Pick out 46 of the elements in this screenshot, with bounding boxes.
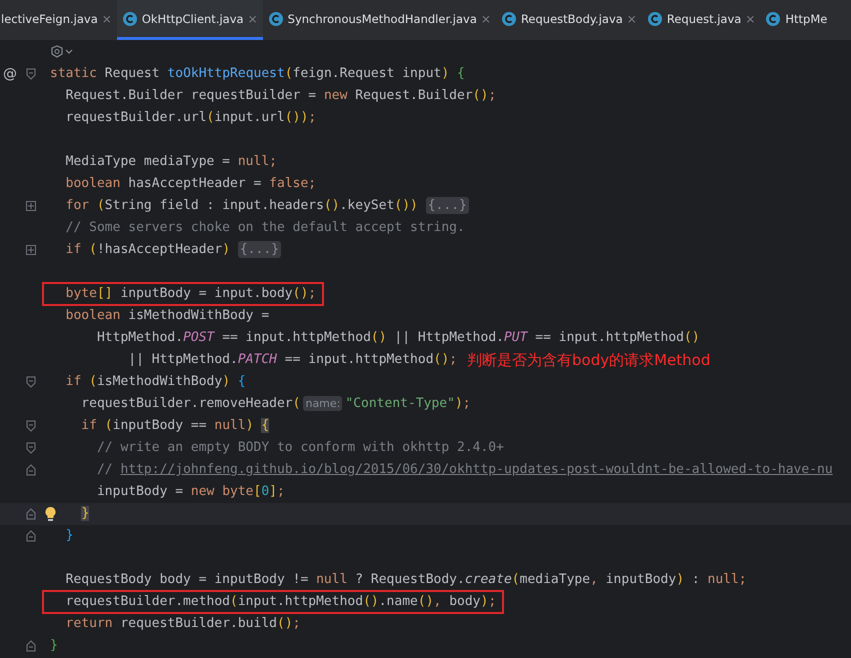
file-tab[interactable]: HttpMe — [760, 0, 832, 40]
code-vision-icon[interactable] — [50, 45, 74, 59]
fold-icon[interactable] — [26, 640, 36, 652]
class-icon — [268, 10, 284, 26]
class-icon — [646, 10, 663, 26]
fold-icon[interactable] — [26, 530, 36, 542]
code-line: inputBody = new byte[0]; — [96, 483, 285, 501]
code-line: static Request toOkHttpRequest(feign.Request input) { — [50, 65, 465, 83]
code-line: // Some servers choke on the default accept string. — [64, 219, 465, 237]
file-tab[interactable]: OkHttpClient.java × — [116, 0, 263, 40]
file-tab[interactable]: SynchronousMethodHandler.java × — [262, 0, 496, 40]
code-line: for (String field : input.headers().keySet()) {...} — [64, 197, 469, 215]
fold-icon[interactable] — [26, 376, 36, 388]
code-line: // write an empty BODY to conform with okhttp 2.4.0+ — [96, 439, 504, 457]
class-icon — [500, 10, 517, 26]
code-line: requestBuilder.url(input.url()); — [64, 109, 316, 127]
code-line: if (isMethodWithBody) { — [64, 373, 246, 391]
code-line: } — [64, 527, 74, 545]
fold-icon[interactable] — [26, 508, 36, 520]
code-line: if (inputBody == null) { — [80, 417, 270, 435]
file-tab[interactable]: RequestBody.java × — [496, 0, 642, 40]
code-line: HttpMethod.POST == input.httpMethod() || HttpMethod.PUT == input.httpMethod() — [96, 329, 700, 347]
override-marker: @ — [3, 66, 17, 82]
lightbulb-icon[interactable] — [44, 506, 57, 522]
class-icon — [765, 10, 782, 26]
code-line: boolean isMethodWithBody = — [64, 307, 270, 325]
code-line: if (!hasAcceptHeader) {...} — [64, 241, 281, 259]
code-line: return requestBuilder.build(); — [64, 615, 300, 633]
expand-icon[interactable] — [26, 201, 36, 211]
code-line: // http://johnfeng.github.io/blog/2015/06/30/okhttp-updates-post-wouldnt-be-allowed-to-have-nu — [96, 461, 833, 479]
file-tab[interactable]: lectiveFeign.java × — [0, 0, 117, 40]
file-tab[interactable]: Request.java × — [642, 0, 760, 40]
code-line: boolean hasAcceptHeader = false; — [64, 175, 316, 193]
code-line: RequestBody body = inputBody != null ? RequestBody.create(mediaType, inputBody) : null; — [64, 571, 747, 589]
code-line: || HttpMethod.PATCH == input.httpMethod(); — [127, 351, 458, 369]
fold-icon[interactable] — [26, 442, 36, 454]
fold-icon[interactable] — [26, 68, 36, 80]
annotation-text: 判断是否为含有body的请求Method — [467, 350, 710, 370]
class-icon — [122, 10, 138, 26]
fold-icon[interactable] — [26, 420, 36, 432]
code-line: Request.Builder requestBuilder = new Request.Builder(); — [64, 87, 496, 105]
code-line: requestBuilder.removeHeader( name: "Content-Type"); — [80, 395, 471, 413]
code-line: } — [50, 637, 58, 655]
expand-icon[interactable] — [26, 245, 36, 255]
fold-icon[interactable] — [26, 464, 36, 476]
code-line: MediaType mediaType = null; — [64, 153, 277, 171]
